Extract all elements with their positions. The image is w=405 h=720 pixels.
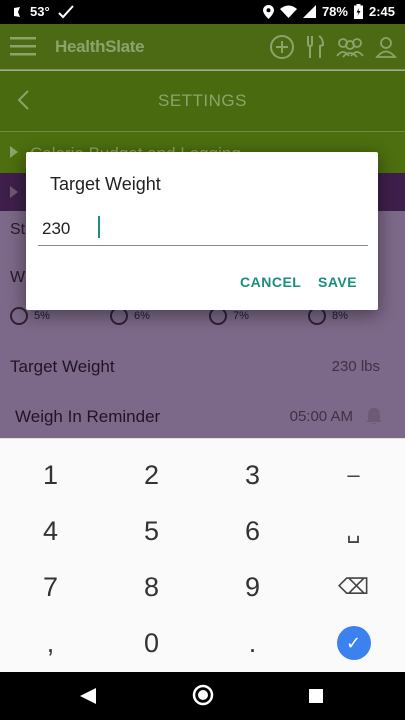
wifi-icon bbox=[279, 5, 297, 18]
clock-text: 2:45 bbox=[368, 4, 395, 19]
key-3[interactable]: 3 bbox=[202, 447, 303, 503]
key-9[interactable]: 9 bbox=[202, 559, 303, 615]
nav-back-icon[interactable] bbox=[78, 687, 98, 705]
battery-icon bbox=[353, 4, 363, 19]
weight-loss-rate-group: 5% 6% 7% 8% bbox=[0, 307, 405, 335]
page-title: SETTINGS bbox=[157, 91, 247, 110]
profile-icon[interactable] bbox=[375, 36, 397, 58]
key-6[interactable]: 6 bbox=[202, 503, 303, 559]
expand-arrow-icon bbox=[10, 146, 18, 158]
backspace-key[interactable]: ⌫ bbox=[303, 559, 404, 615]
system-nav-bar bbox=[0, 672, 405, 720]
partial-row-label: W bbox=[10, 269, 26, 286]
done-key[interactable]: ✓ bbox=[303, 615, 404, 671]
key-comma[interactable]: , bbox=[0, 615, 101, 671]
key-5[interactable]: 5 bbox=[101, 503, 202, 559]
key-8[interactable]: 8 bbox=[101, 559, 202, 615]
partial-row-label: St bbox=[10, 221, 26, 238]
done-check-icon: ✓ bbox=[336, 626, 371, 660]
nav-home-icon[interactable] bbox=[192, 684, 214, 706]
dialog-title: Target Weight bbox=[50, 174, 161, 194]
key-0[interactable]: 0 bbox=[101, 615, 202, 671]
settings-header: SETTINGS bbox=[0, 71, 405, 131]
key-1[interactable]: 1 bbox=[0, 447, 101, 503]
temperature-text: 53° bbox=[30, 4, 50, 19]
reminder-label: Weigh In Reminder bbox=[15, 407, 161, 426]
key-space[interactable]: ␣ bbox=[303, 503, 404, 559]
target-weight-value: 230 lbs bbox=[331, 358, 380, 375]
save-button[interactable]: SAVE bbox=[318, 274, 357, 290]
target-weight-input[interactable] bbox=[38, 212, 368, 246]
hamburger-menu-icon[interactable] bbox=[10, 36, 36, 56]
target-weight-label: Target Weight bbox=[10, 357, 115, 376]
weigh-in-reminder-row[interactable]: Weigh In Reminder 05:00 AM bbox=[0, 399, 405, 435]
community-icon[interactable] bbox=[335, 36, 365, 58]
bell-icon[interactable] bbox=[365, 406, 383, 426]
signal-icon bbox=[302, 5, 316, 18]
target-weight-row[interactable]: Target Weight 230 lbs bbox=[0, 349, 405, 385]
key-period[interactable]: . bbox=[202, 615, 303, 671]
target-weight-dialog: Target Weight CANCEL SAVE bbox=[26, 152, 378, 310]
notification-icon bbox=[14, 6, 20, 17]
text-cursor bbox=[98, 216, 100, 238]
nav-recents-icon[interactable] bbox=[308, 688, 324, 704]
battery-percent: 78% bbox=[321, 4, 348, 19]
key-minus[interactable]: – bbox=[303, 447, 404, 503]
radio-button[interactable] bbox=[10, 307, 28, 325]
done-check-glyph: ✓ bbox=[345, 632, 362, 654]
key-2[interactable]: 2 bbox=[101, 447, 202, 503]
check-icon bbox=[57, 4, 74, 18]
cancel-button[interactable]: CANCEL bbox=[240, 274, 301, 290]
reminder-time: 05:00 AM bbox=[289, 408, 353, 425]
key-4[interactable]: 4 bbox=[0, 503, 101, 559]
add-circle-icon[interactable] bbox=[269, 34, 295, 60]
key-7[interactable]: 7 bbox=[0, 559, 101, 615]
fork-knife-icon[interactable] bbox=[305, 34, 325, 60]
expand-arrow-icon bbox=[10, 186, 18, 198]
location-icon bbox=[262, 4, 274, 19]
status-bar: 53° 78% 2:45 bbox=[0, 0, 405, 24]
brand-logo-text: HealthSlate bbox=[55, 37, 145, 56]
numeric-keyboard: 1 2 3 – 4 5 6 ␣ 7 8 9 ⌫ , 0 . ✓ bbox=[0, 438, 405, 672]
app-bar: HealthSlate bbox=[0, 24, 405, 70]
